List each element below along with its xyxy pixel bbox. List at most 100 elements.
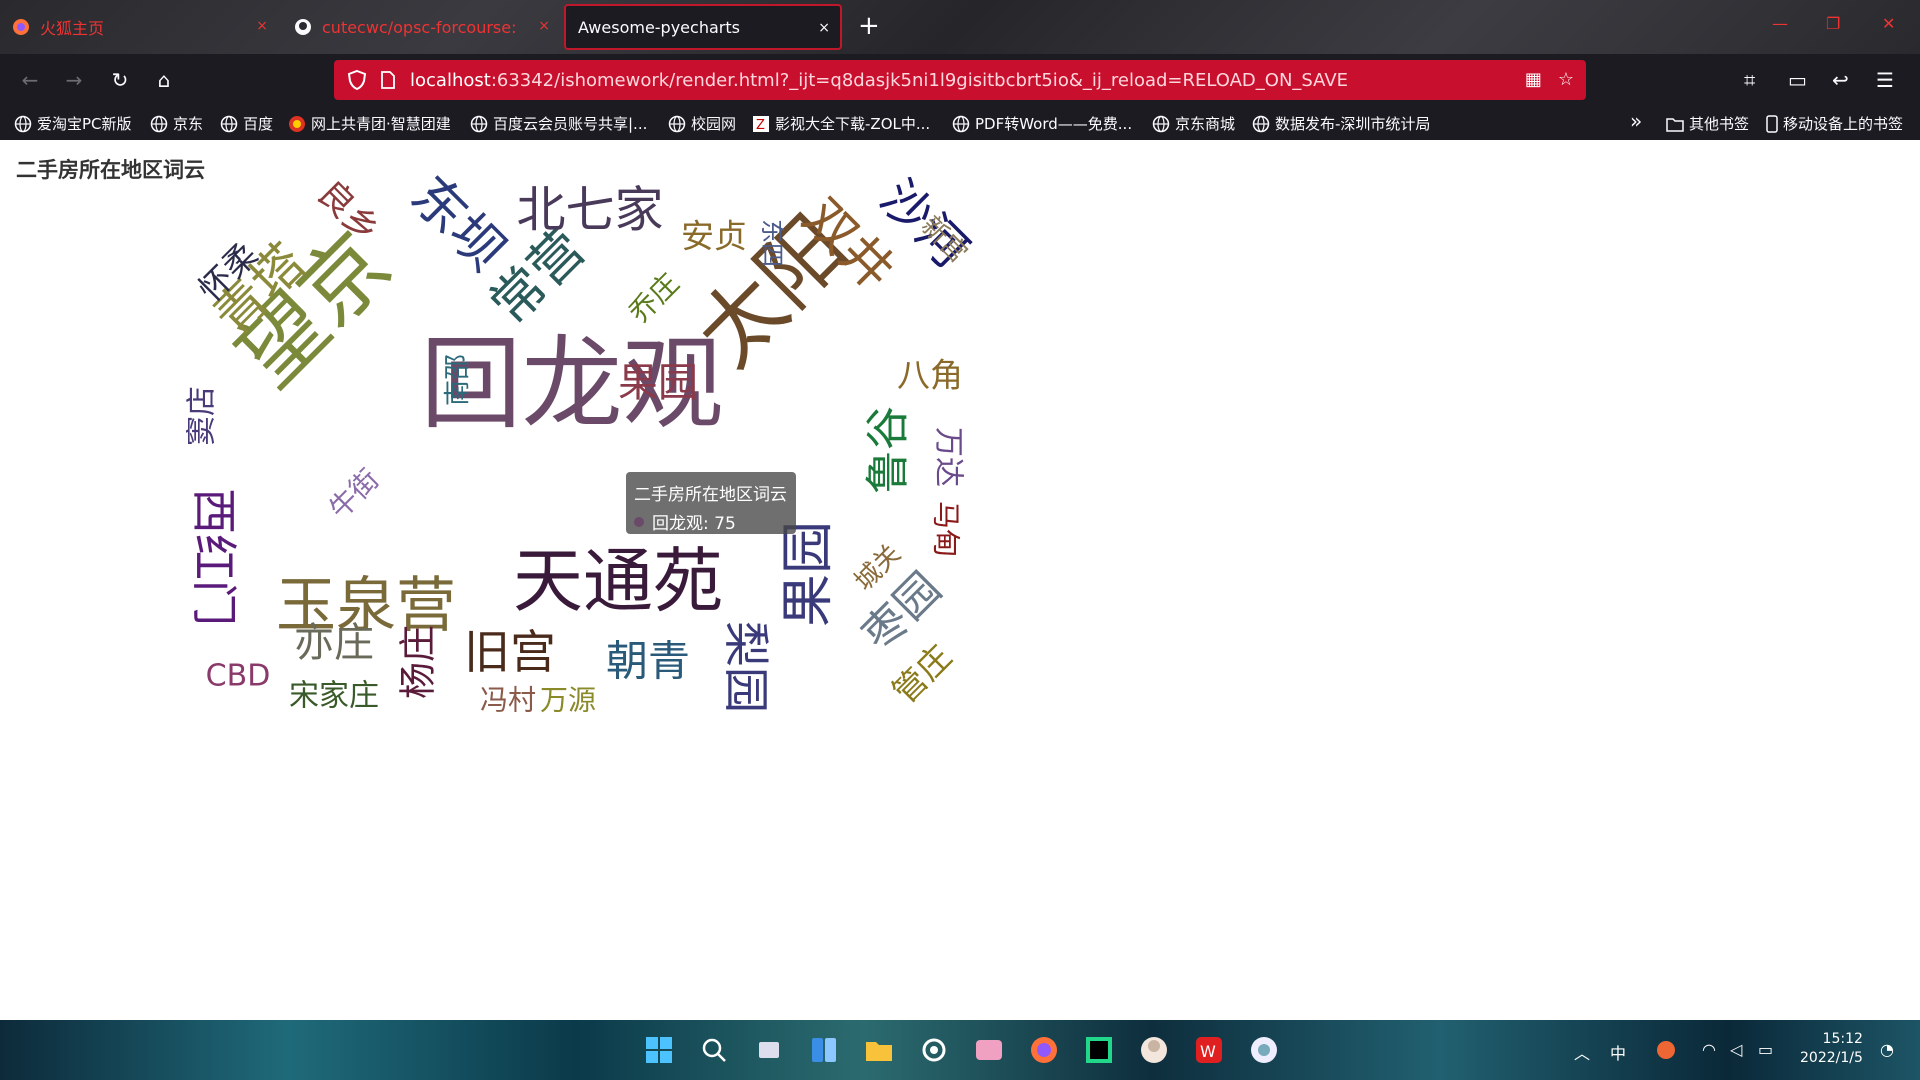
notification-icon[interactable]: ◔ bbox=[1880, 1040, 1894, 1059]
globe-icon bbox=[14, 115, 32, 133]
bookmark-item[interactable]: 校园网 bbox=[668, 113, 736, 134]
word-cloud-word[interactable]: 梨园 bbox=[719, 621, 773, 713]
svg-text:Z: Z bbox=[756, 118, 765, 133]
bookmark-star-icon[interactable]: ☆ bbox=[1558, 69, 1574, 90]
tooltip-marker bbox=[634, 516, 644, 527]
word-cloud-word[interactable]: 果园 bbox=[618, 360, 698, 406]
new-tab-button[interactable]: + bbox=[858, 12, 880, 40]
zol-icon: Z bbox=[752, 115, 770, 133]
firefox-taskbar-icon[interactable] bbox=[1028, 1034, 1060, 1066]
back-icon[interactable]: ← bbox=[18, 68, 42, 92]
word-cloud-word[interactable]: 马甸 bbox=[930, 501, 963, 557]
word-cloud-word[interactable]: 八角 bbox=[897, 356, 963, 395]
search-icon[interactable] bbox=[698, 1034, 730, 1066]
word-cloud-word[interactable]: 北七家 bbox=[516, 182, 663, 239]
undo-icon[interactable]: ↩ bbox=[1832, 68, 1849, 92]
system-clock[interactable]: 15:12 2022/1/5 bbox=[1800, 1030, 1863, 1068]
tab-awesome-pyecharts[interactable]: Awesome-pyecharts × bbox=[564, 4, 842, 50]
reload-icon[interactable]: ↻ bbox=[108, 68, 132, 92]
word-cloud-word[interactable]: 万达 bbox=[931, 427, 966, 487]
tab-github[interactable]: cutecwc/opsc-forcourse: 202 × bbox=[282, 4, 560, 50]
bilibili-icon[interactable] bbox=[973, 1034, 1005, 1066]
more-bookmarks-icon[interactable]: » bbox=[1630, 109, 1642, 133]
taskbar: W ︿ 中 ◠ ◁ ▭ 15:12 2022/1/5 ◔ bbox=[0, 1020, 1920, 1080]
url-text[interactable]: localhost:63342/ishomework/render.html?_… bbox=[410, 70, 1348, 91]
word-cloud-word[interactable]: 西红门 bbox=[187, 488, 241, 626]
globe-icon bbox=[1252, 115, 1270, 133]
word-cloud-word[interactable]: 东坝 bbox=[399, 165, 517, 283]
start-icon[interactable] bbox=[643, 1034, 675, 1066]
word-cloud-word[interactable]: CBD bbox=[206, 659, 271, 694]
app-icon[interactable] bbox=[918, 1034, 950, 1066]
word-cloud-word[interactable]: 万源 bbox=[540, 684, 596, 717]
word-cloud-word[interactable]: 亦庄 bbox=[294, 620, 374, 666]
widgets-icon[interactable] bbox=[808, 1034, 840, 1066]
word-cloud-word[interactable]: 朝青 bbox=[606, 637, 690, 686]
word-cloud-word[interactable]: 旧宫 bbox=[464, 625, 556, 679]
navigation-bar: ← → ↻ ⌂ localhost:63342/ishomework/rende… bbox=[0, 54, 1920, 106]
volume-icon[interactable]: ◁ bbox=[1730, 1040, 1742, 1059]
bookmark-item[interactable]: 爱淘宝PC新版 bbox=[14, 113, 132, 134]
tab-title: 火狐主页 bbox=[40, 19, 105, 38]
globe-icon bbox=[1152, 115, 1170, 133]
globe-icon bbox=[150, 115, 168, 133]
globe-icon bbox=[220, 115, 238, 133]
sogou-icon[interactable] bbox=[1656, 1040, 1676, 1064]
word-cloud-word[interactable]: 宋家庄 bbox=[289, 679, 379, 714]
file-explorer-icon[interactable] bbox=[863, 1034, 895, 1066]
restore-icon[interactable]: ❐ bbox=[1826, 14, 1840, 33]
mobile-bookmarks[interactable]: 移动设备上的书签 bbox=[1766, 113, 1903, 134]
shield-icon[interactable] bbox=[346, 69, 368, 91]
word-cloud-word[interactable]: 杨庄 bbox=[397, 625, 440, 699]
youth-league-icon bbox=[288, 115, 306, 133]
crop-icon[interactable]: ⌗ bbox=[1744, 68, 1755, 92]
word-cloud-word[interactable]: 鲁谷 bbox=[863, 406, 914, 494]
chevron-up-icon[interactable]: ︿ bbox=[1574, 1040, 1590, 1064]
word-cloud: 回龙观望京 太阳天通苑玉泉营 果园东坝常营 双井青塔北七家 沙河西红门旧宫 梨园鲁谷枣园朝… bbox=[185, 165, 979, 717]
wifi-icon[interactable]: ◠ bbox=[1702, 1040, 1716, 1059]
minimize-icon[interactable]: — bbox=[1772, 14, 1788, 33]
word-cloud-word[interactable]: 冯村 bbox=[480, 684, 536, 717]
ime-indicator[interactable]: 中 bbox=[1610, 1040, 1626, 1064]
tab-title: cutecwc/opsc-forcourse: 202 bbox=[322, 17, 522, 37]
bookmark-item[interactable]: 网上共青团·智慧团建 bbox=[288, 113, 451, 134]
page-icon bbox=[380, 70, 396, 90]
bookmark-item[interactable]: 京东 bbox=[150, 113, 203, 134]
close-icon[interactable]: × bbox=[256, 18, 268, 34]
close-icon[interactable]: × bbox=[538, 18, 550, 34]
word-cloud-word[interactable]: 南邵 bbox=[443, 354, 473, 406]
bookmark-item[interactable]: 百度云会员账号共享|... bbox=[470, 113, 647, 134]
bookmark-item[interactable]: PDF转Word——免费... bbox=[952, 113, 1132, 134]
reader-icon[interactable]: ▭ bbox=[1788, 68, 1807, 92]
anime-app-icon[interactable] bbox=[1138, 1034, 1170, 1066]
word-cloud-word[interactable]: 乔庄 bbox=[623, 267, 686, 330]
globe-icon bbox=[668, 115, 686, 133]
tab-title: Awesome-pyecharts bbox=[578, 17, 740, 37]
word-cloud-word[interactable]: 天通苑 bbox=[513, 540, 723, 622]
forward-icon[interactable]: → bbox=[62, 68, 86, 92]
close-icon[interactable]: × bbox=[818, 20, 830, 36]
other-bookmarks[interactable]: 其他书签 bbox=[1666, 113, 1749, 134]
word-cloud-word[interactable]: 牛街 bbox=[323, 463, 386, 526]
tab-strip: 火狐主页 × cutecwc/opsc-forcourse: 202 × Awe… bbox=[0, 0, 1920, 54]
task-view-icon[interactable] bbox=[753, 1034, 785, 1066]
battery-icon[interactable]: ▭ bbox=[1758, 1040, 1773, 1059]
bookmark-item[interactable]: Z 影视大全下载-ZOL中... bbox=[752, 113, 930, 134]
tooltip-item: 回龙观: 75 bbox=[652, 514, 736, 534]
bookmark-item[interactable]: 数据发布-深圳市统计局 bbox=[1252, 113, 1430, 134]
word-cloud-word[interactable]: 安贞 bbox=[681, 217, 747, 256]
url-bar[interactable]: localhost:63342/ishomework/render.html?_… bbox=[334, 60, 1586, 100]
close-window-icon[interactable]: ✕ bbox=[1882, 14, 1895, 33]
bookmark-item[interactable]: 百度 bbox=[220, 113, 273, 134]
qr-code-icon[interactable]: ▦ bbox=[1525, 69, 1542, 90]
word-cloud-word[interactable]: 窦店 bbox=[185, 386, 220, 446]
pycharm-icon[interactable] bbox=[1083, 1034, 1115, 1066]
home-icon[interactable]: ⌂ bbox=[152, 68, 176, 92]
word-cloud-word[interactable]: 东四 bbox=[758, 219, 786, 267]
menu-icon[interactable]: ☰ bbox=[1876, 68, 1894, 92]
web-app-icon[interactable] bbox=[1248, 1034, 1280, 1066]
wps-icon[interactable]: W bbox=[1193, 1034, 1225, 1066]
tab-firefox-home[interactable]: 火狐主页 × bbox=[0, 4, 278, 50]
word-cloud-word[interactable]: 果园 bbox=[778, 521, 839, 627]
bookmark-item[interactable]: 京东商城 bbox=[1152, 113, 1235, 134]
